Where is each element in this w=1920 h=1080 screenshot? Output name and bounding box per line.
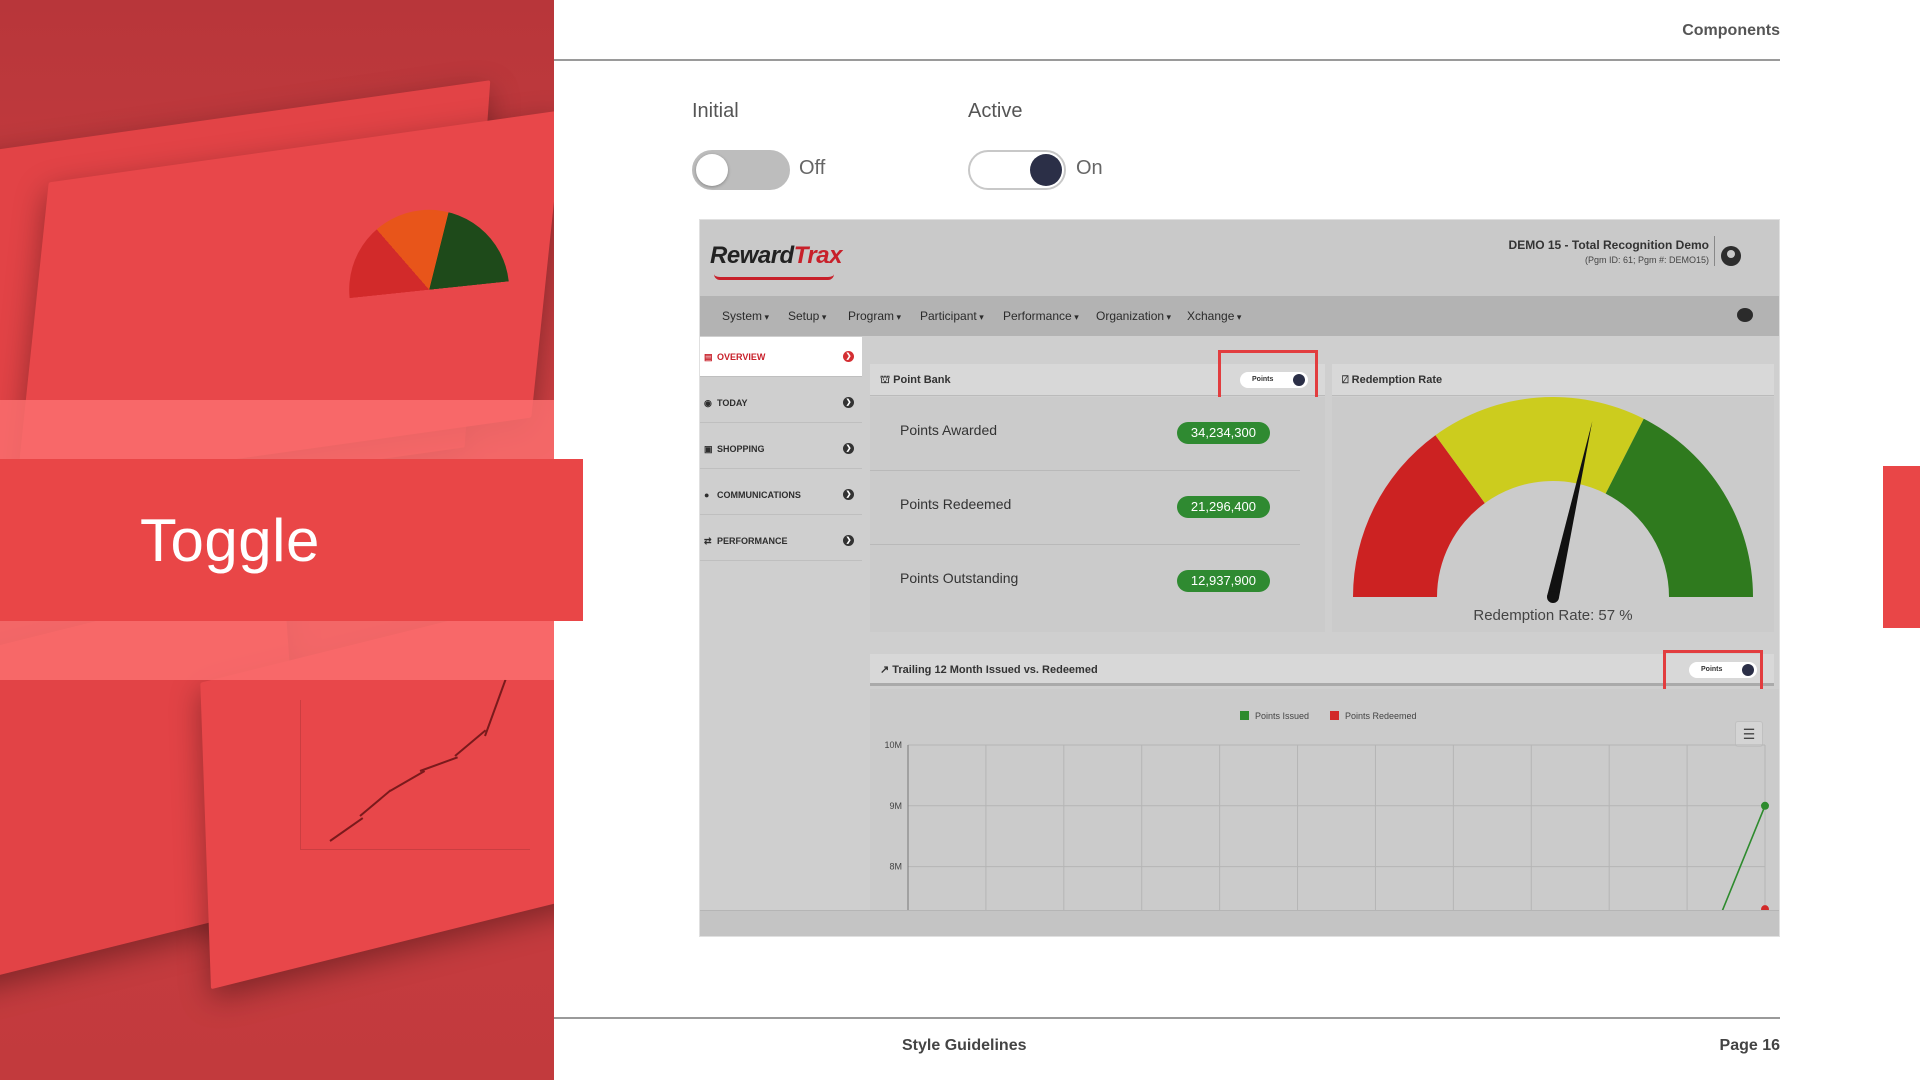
chevron-right-icon: ❯ xyxy=(843,443,854,454)
toggle-knob xyxy=(1030,154,1062,186)
exchange-icon: ⇄ xyxy=(704,536,712,546)
sidebar-item-shopping[interactable]: ▣ SHOPPING ❯ xyxy=(700,429,862,469)
footer-divider xyxy=(554,1017,1780,1019)
toggle-knob xyxy=(696,154,728,186)
bar-chart-icon: ▤ xyxy=(704,352,713,362)
points-outstanding-label: Points Outstanding xyxy=(900,570,1019,586)
program-title: DEMO 15 - Total Recognition Demo xyxy=(1508,238,1709,252)
redemption-rate-body: Redemption Rate: 57 % xyxy=(1332,397,1774,632)
toggle-on[interactable] xyxy=(968,150,1066,190)
header-separator xyxy=(1714,236,1715,266)
page-number: Page 16 xyxy=(1719,1037,1780,1054)
basket-icon: ⍁ xyxy=(1342,374,1352,386)
y-tick-label: 8M xyxy=(889,862,902,872)
toggle-highlight-box xyxy=(1218,350,1318,404)
gauge-hub xyxy=(1547,591,1559,603)
chevron-right-icon: ❯ xyxy=(843,489,854,500)
redemption-rate-caption: Redemption Rate: 57 % xyxy=(1473,607,1632,624)
y-tick-label: 10M xyxy=(884,740,902,750)
app-screenshot: RewardTrax DEMO 15 - Total Recognition D… xyxy=(699,219,1780,937)
page-edge-tab xyxy=(1883,466,1920,628)
rewardtrax-logo: RewardTrax xyxy=(710,242,842,269)
toggle-off[interactable] xyxy=(692,150,790,190)
trailing-chart-body: Points Issued Points Redeemed ☰ 10M9M8M7… xyxy=(870,689,1779,936)
header-divider xyxy=(554,59,1780,61)
redemption-gauge: Redemption Rate: 57 % xyxy=(1353,397,1753,624)
dashboard-sidebar: ▤ OVERVIEW ❯ ◉ TODAY ❯ ▣ SHOPPING ❯ ● COMMUN… xyxy=(700,337,862,767)
y-tick-label: 9M xyxy=(889,801,902,811)
toggle-off-text: Off xyxy=(799,157,826,179)
slide-page: Toggle Components Style Guidelines Page … xyxy=(0,0,1920,1080)
data-point xyxy=(1761,801,1769,810)
logo-swoosh xyxy=(714,274,834,280)
chat-icon[interactable] xyxy=(1737,308,1753,322)
program-subtitle: (Pgm ID: 61; Pgm #: DEMO15) xyxy=(1584,255,1709,265)
nav-performance[interactable]: Performance xyxy=(1003,309,1079,323)
chevron-right-icon: ❯ xyxy=(843,397,854,408)
user-avatar-icon[interactable] xyxy=(1721,246,1741,266)
dashboard-icon: ◉ xyxy=(704,398,712,408)
sidebar-item-overview[interactable]: ▤ OVERVIEW ❯ xyxy=(700,337,862,377)
point-bank-row: Points Awarded 34,234,300 xyxy=(870,397,1300,471)
sidebar-item-communications[interactable]: ● COMMUNICATIONS ❯ xyxy=(700,475,862,515)
nav-program[interactable]: Program xyxy=(848,309,901,323)
chevron-right-icon: ❯ xyxy=(843,535,854,546)
nav-setup[interactable]: Setup xyxy=(788,309,826,323)
app-header: RewardTrax DEMO 15 - Total Recognition D… xyxy=(700,220,1779,296)
points-redeemed-value: 21,296,400 xyxy=(1176,496,1270,518)
sidebar-item-performance[interactable]: ⇄ PERFORMANCE ❯ xyxy=(700,521,862,561)
bank-icon: ⛫ xyxy=(880,374,894,386)
hero-title-box: Toggle xyxy=(0,459,583,621)
trailing-line-chart: 10M9M8M7M6M5M xyxy=(884,740,1769,936)
points-outstanding-value: 12,937,900 xyxy=(1176,570,1270,592)
point-bank-body: Points Awarded 34,234,300 Points Redeeme… xyxy=(870,397,1325,632)
points-awarded-label: Points Awarded xyxy=(900,422,998,438)
hero-band-bottom xyxy=(0,620,554,680)
chat-bubbles-icon: ● xyxy=(704,490,710,500)
active-label: Active xyxy=(968,100,1023,122)
points-awarded-value: 34,234,300 xyxy=(1176,422,1270,444)
nav-participant[interactable]: Participant xyxy=(920,309,984,323)
initial-label: Initial xyxy=(692,100,739,122)
toggle-on-text: On xyxy=(1076,157,1103,179)
nav-system[interactable]: System xyxy=(722,309,769,323)
point-bank-row: Points Redeemed 21,296,400 xyxy=(870,471,1300,545)
points-redeemed-label: Points Redeemed xyxy=(900,496,1012,512)
screenshot-bottom-strip xyxy=(700,910,1779,936)
main-nav: System Setup Program Participant Perform… xyxy=(700,296,1779,336)
footer-doc-title: Style Guidelines xyxy=(902,1037,1027,1054)
nav-xchange[interactable]: Xchange xyxy=(1187,309,1241,323)
trailing-chart-header: ↗ Trailing 12 Month Issued vs. Redeemed xyxy=(870,654,1774,686)
section-title: Components xyxy=(1682,22,1780,39)
redemption-rate-header: ⍁ Redemption Rate xyxy=(1332,364,1774,396)
point-bank-row: Points Outstanding 12,937,900 xyxy=(870,545,1300,619)
chevron-right-icon: ❯ xyxy=(843,351,854,362)
sidebar-item-today[interactable]: ◉ TODAY ❯ xyxy=(700,383,862,423)
hero-title: Toggle xyxy=(140,506,320,574)
cart-icon: ▣ xyxy=(704,444,713,454)
line-chart-icon: ↗ xyxy=(880,664,893,676)
hero-band-top xyxy=(0,400,554,460)
nav-organization[interactable]: Organization xyxy=(1096,309,1171,323)
